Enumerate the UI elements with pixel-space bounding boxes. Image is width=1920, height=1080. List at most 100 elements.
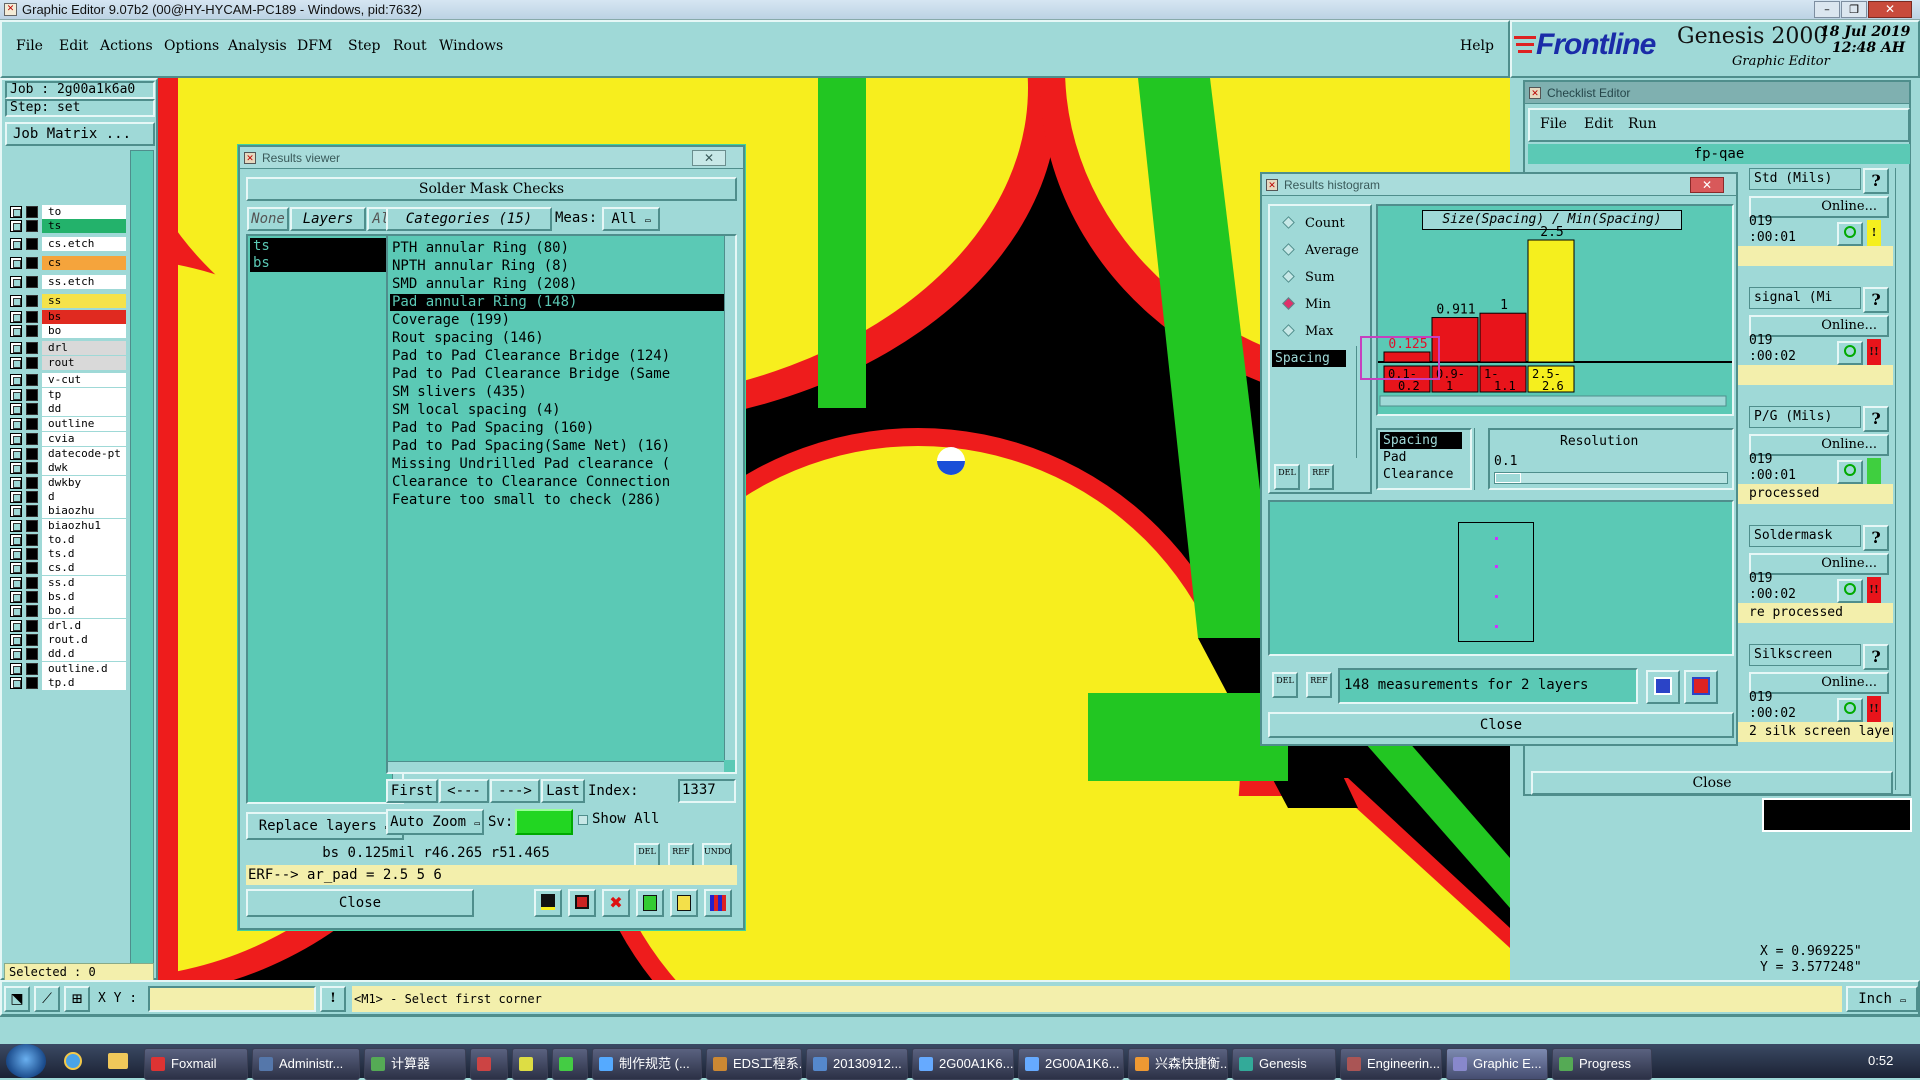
- checklist-help-button[interactable]: ?: [1863, 287, 1889, 313]
- layer-row[interactable]: cs.etch: [6, 236, 126, 251]
- highlight-tool-button[interactable]: [534, 889, 562, 917]
- layer-color-swatch[interactable]: [26, 324, 38, 337]
- checklist-menu-run[interactable]: Run: [1628, 116, 1657, 132]
- layer-list-scrollbar[interactable]: [130, 150, 154, 970]
- menu-actions[interactable]: Actions: [100, 38, 153, 54]
- layer-color-swatch[interactable]: [26, 519, 38, 532]
- menu-options[interactable]: Options: [164, 38, 219, 54]
- category-item[interactable]: Missing Undrilled Pad clearance (: [390, 456, 724, 473]
- checklist-close-button[interactable]: Close: [1531, 771, 1893, 795]
- auto-zoom-dropdown[interactable]: Auto Zoom ▭: [386, 809, 484, 835]
- grid-button[interactable]: ⊞: [64, 986, 90, 1012]
- category-list[interactable]: PTH annular Ring (80) NPTH annular Ring (…: [386, 234, 737, 774]
- show-tool-button[interactable]: [568, 889, 596, 917]
- taskbar-item[interactable]: 2G00A1K6...: [1018, 1048, 1124, 1080]
- checklist-help-button[interactable]: ?: [1863, 644, 1889, 670]
- maximize-button[interactable]: ❐: [1841, 1, 1867, 18]
- layer-checkbox[interactable]: [10, 505, 22, 518]
- layer-color-swatch[interactable]: [26, 310, 38, 323]
- none-button[interactable]: None: [247, 207, 289, 231]
- menu-windows[interactable]: Windows: [439, 38, 503, 54]
- menu-rout[interactable]: Rout: [393, 38, 427, 54]
- meas-dropdown[interactable]: All ▭: [602, 207, 660, 231]
- layer-color-swatch[interactable]: [26, 676, 38, 689]
- checklist-zoom-button[interactable]: [1837, 460, 1863, 484]
- histogram-del-button-2[interactable]: DEL: [1272, 672, 1298, 698]
- category-item[interactable]: Pad to Pad Clearance Bridge (Same: [390, 366, 724, 383]
- layer-checkbox[interactable]: [10, 237, 22, 250]
- layer-color-swatch[interactable]: [26, 388, 38, 401]
- start-button[interactable]: [6, 1044, 46, 1078]
- checklist-zoom-button[interactable]: [1837, 579, 1863, 603]
- layer-color-swatch[interactable]: [26, 295, 38, 308]
- histogram-export-button[interactable]: [1684, 670, 1718, 704]
- layer-row[interactable]: tp: [6, 387, 126, 402]
- layer-color-swatch[interactable]: [26, 462, 38, 475]
- layer-checkbox[interactable]: [10, 356, 22, 369]
- taskbar-item[interactable]: Administr...: [252, 1048, 360, 1080]
- layer-row[interactable]: to.d: [6, 532, 126, 547]
- layer-row[interactable]: dwk: [6, 461, 126, 476]
- layer-color-swatch[interactable]: [26, 633, 38, 646]
- layer-checkbox[interactable]: [10, 324, 22, 337]
- category-item[interactable]: SM local spacing (4): [390, 402, 724, 419]
- layer-row[interactable]: drl: [6, 341, 126, 356]
- layer-checkbox[interactable]: [10, 462, 22, 475]
- layer-row[interactable]: cs.d: [6, 561, 126, 576]
- layer-checkbox[interactable]: [10, 388, 22, 401]
- layer-row[interactable]: cvia: [6, 431, 126, 446]
- checklist-action-label[interactable]: P/G (Mils): [1749, 406, 1861, 428]
- first-button[interactable]: First: [386, 779, 438, 803]
- layer-results-item-ts[interactable]: ts: [250, 238, 394, 255]
- layer-color-swatch[interactable]: [26, 220, 38, 233]
- layer-row[interactable]: dwkby: [6, 475, 126, 490]
- layer-color-swatch[interactable]: [26, 432, 38, 445]
- taskbar-item[interactable]: 2G00A1K6...: [912, 1048, 1014, 1080]
- layer-row[interactable]: ss.etch: [6, 275, 126, 290]
- menu-help[interactable]: Help: [1460, 38, 1494, 54]
- taskbar-item[interactable]: 20130912...: [806, 1048, 908, 1080]
- layer-checkbox[interactable]: [10, 310, 22, 323]
- layer-color-swatch[interactable]: [26, 356, 38, 369]
- layer-color-swatch[interactable]: [26, 276, 38, 289]
- histogram-close-x[interactable]: ✕: [1690, 177, 1724, 193]
- layer-row[interactable]: bo: [6, 323, 126, 338]
- histogram-tool-button[interactable]: [704, 889, 732, 917]
- layer-checkbox[interactable]: [10, 490, 22, 503]
- layer-row[interactable]: to: [6, 205, 126, 219]
- layer-row[interactable]: datecode-pt: [6, 447, 126, 461]
- checklist-action-label[interactable]: Silkscreen: [1749, 644, 1861, 666]
- report-tool-button[interactable]: [636, 889, 664, 917]
- layer-checkbox[interactable]: [10, 295, 22, 308]
- checklist-zoom-button[interactable]: [1837, 222, 1863, 246]
- layer-checkbox[interactable]: [10, 533, 22, 546]
- layer-checkbox[interactable]: [10, 662, 22, 675]
- layer-results-list[interactable]: ts bs: [246, 234, 404, 804]
- layer-row[interactable]: tp.d: [6, 675, 126, 690]
- category-item[interactable]: Rout spacing (146): [390, 330, 724, 347]
- option-max[interactable]: Max: [1282, 324, 1333, 339]
- layer-color-swatch[interactable]: [26, 576, 38, 589]
- results-viewer-close-button[interactable]: Close: [246, 889, 474, 917]
- category-item[interactable]: Pad to Pad Clearance Bridge (124): [390, 348, 724, 365]
- layer-color-swatch[interactable]: [26, 206, 38, 218]
- zoom-area-button[interactable]: ⬔: [4, 986, 30, 1012]
- layer-color-swatch[interactable]: [26, 605, 38, 618]
- ie-icon[interactable]: [64, 1052, 82, 1070]
- taskbar-item[interactable]: [552, 1048, 588, 1080]
- type-item-pad[interactable]: Pad: [1380, 449, 1462, 466]
- category-item[interactable]: PTH annular Ring (80): [390, 240, 724, 257]
- histogram-close-button[interactable]: Close: [1268, 712, 1734, 738]
- layer-color-swatch[interactable]: [26, 256, 38, 269]
- layer-checkbox[interactable]: [10, 448, 22, 460]
- layer-row[interactable]: d: [6, 489, 126, 504]
- checklist-scrollbar[interactable]: [1895, 168, 1909, 790]
- layer-checkbox[interactable]: [10, 342, 22, 355]
- taskbar-item[interactable]: Foxmail: [144, 1048, 248, 1080]
- checklist-help-button[interactable]: ?: [1863, 525, 1889, 551]
- layer-checkbox[interactable]: [10, 676, 22, 689]
- histogram-report-button[interactable]: [1646, 670, 1680, 704]
- layer-color-swatch[interactable]: [26, 402, 38, 415]
- taskbar-item[interactable]: [470, 1048, 508, 1080]
- menu-file[interactable]: File: [16, 38, 43, 54]
